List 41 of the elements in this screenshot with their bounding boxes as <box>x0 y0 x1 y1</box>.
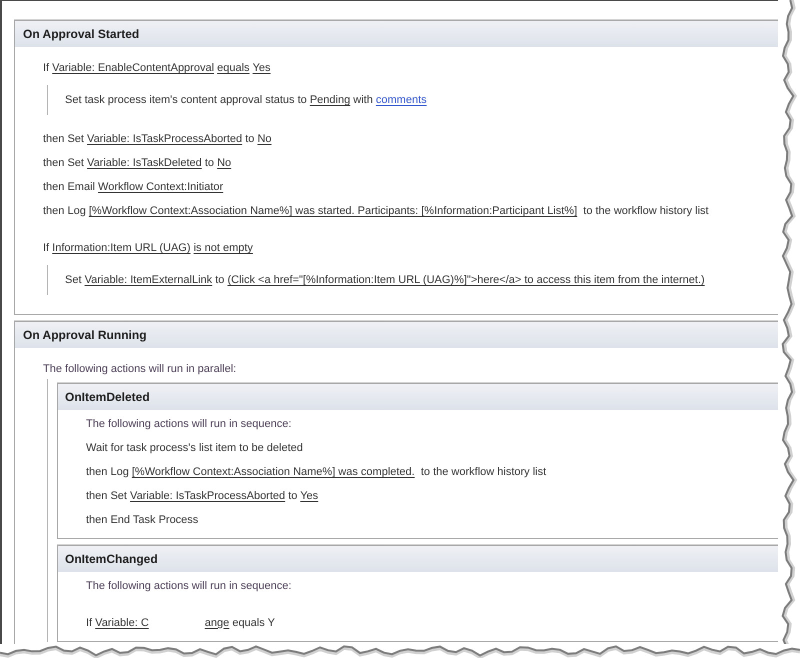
parameter-link[interactable]: Variable: IsTaskProcessAborted <box>87 133 242 145</box>
workflow-statement: If Variable: EnableContentApproval equals Yes <box>43 61 271 75</box>
workflow-statement: then Log [%Workflow Context:Association Name%] was completed. to the workflow history list <box>86 465 546 479</box>
workflow-statement: then Set Variable: IsTaskProcessAborted to No <box>43 132 272 146</box>
parameter-link[interactable]: equals <box>217 62 250 74</box>
parameter-link[interactable]: [%Workflow Context:Association Name%] was completed. <box>132 466 415 478</box>
workflow-note: The following actions will run in parallel: <box>43 362 236 377</box>
workflow-statement: then Email Workflow Context:Initiator <box>43 180 224 194</box>
parameter-link[interactable]: Workflow Context:Initiator <box>98 181 224 193</box>
parameter-link[interactable]: No <box>257 133 272 145</box>
workflow-statement: then Set Variable: IsTaskDeleted to No <box>43 156 232 170</box>
parameter-link[interactable]: ange <box>204 616 230 629</box>
parameter-link[interactable]: Variable: IsTaskProcessAborted <box>130 490 286 502</box>
parameter-link[interactable]: Pending <box>310 94 350 106</box>
workflow-statement: then Log [%Workflow Context:Association Name%] was started. Participants: [%Information:Participant List%] to the workflow history list <box>43 204 709 218</box>
workflow-statement: If Information:Item URL (UAG) is not empty <box>43 241 253 255</box>
hyperlink[interactable]: comments <box>376 94 427 106</box>
parameter-link[interactable]: Variable: IsTaskDeleted <box>87 157 202 169</box>
cut-off-text: ange equals Y <box>204 616 275 631</box>
workflow-statement: then Set Variable: IsTaskProcessAborted to Yes <box>86 489 318 503</box>
step-header[interactable]: On Approval Started <box>15 21 778 47</box>
parameter-link[interactable]: Variable: ItemExternalLink <box>84 274 212 286</box>
parameter-link[interactable]: Yes <box>252 62 271 74</box>
step-header[interactable]: On Approval Running <box>15 322 778 348</box>
workflow-statement: Set Variable: ItemExternalLink to (Click <a href="[%Information:Item URL (UAG)%]">here</a> to access this item from the internet.) <box>65 273 705 287</box>
parameter-link[interactable]: Variable: EnableContentApproval <box>52 62 214 74</box>
parameter-link[interactable]: [%Workflow Context:Association Name%] was started. Participants: [%Information:Participant List%] <box>88 205 578 217</box>
cut-off-text: If Variable: C <box>86 616 149 631</box>
parameter-link[interactable]: No <box>217 157 232 169</box>
workflow-statement: then End Task Process <box>86 513 198 527</box>
parameter-link[interactable]: Information:Item URL (UAG) <box>52 242 191 254</box>
parameter-link[interactable]: is not empty <box>194 242 253 254</box>
step-header[interactable]: OnItemDeleted <box>58 384 778 410</box>
workflow-statement: Set task process item's content approval status to Pending with comments <box>65 93 427 107</box>
parameter-link[interactable]: Variable: C <box>95 616 149 629</box>
workflow-statement: Wait for task process's list item to be deleted <box>86 441 303 455</box>
parameter-link[interactable]: (Click <a href="[%Information:Item URL (UAG)%]">here</a> to access this item from the internet.) <box>227 274 705 286</box>
step-header[interactable]: OnItemChanged <box>58 546 778 572</box>
workflow-note: The following actions will run in sequence: <box>86 416 292 432</box>
workflow-note: The following actions will run in sequence: <box>86 578 292 594</box>
parameter-link[interactable]: Yes <box>300 490 318 502</box>
